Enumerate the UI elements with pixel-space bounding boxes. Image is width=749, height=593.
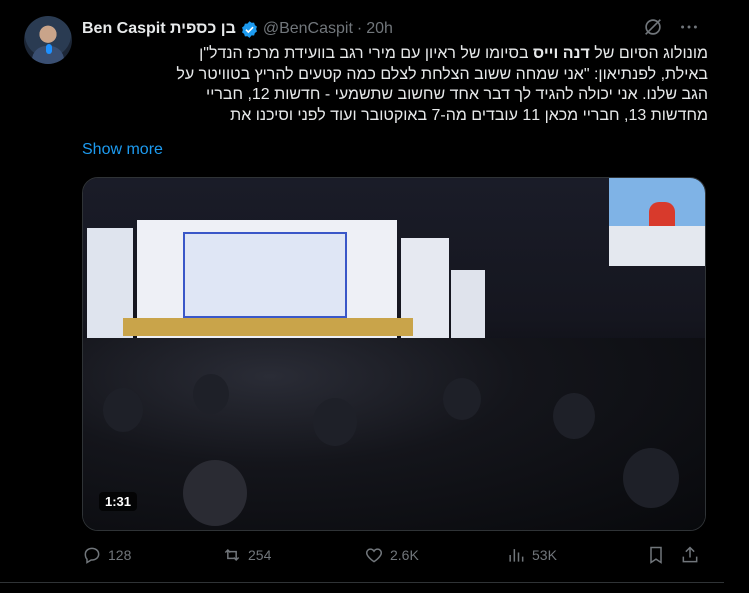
heart-icon <box>365 548 383 563</box>
grok-icon[interactable] <box>642 16 664 38</box>
tweet-line: באילת, לפנתיאון: "אני שמחה ששוב הצלחת לצ… <box>176 65 708 83</box>
tweet-header: Ben Caspit בן כספית @BenCaspit · 20h <box>82 17 393 41</box>
views-count: 53K <box>532 547 557 563</box>
audience-head <box>443 378 481 420</box>
top-actions <box>642 16 700 38</box>
tweet-line: הגב שלנו. אני יכולה להגיד לך דבר אחד שחש… <box>206 86 708 103</box>
verified-badge-icon <box>240 20 259 39</box>
more-icon[interactable] <box>678 16 700 38</box>
avatar-mic <box>46 44 52 54</box>
stage-panel <box>451 270 485 338</box>
tweet-line: מונולוג הסיום של דנה וייס בסיומו של ראיו… <box>199 45 708 62</box>
bookmark-button[interactable] <box>646 541 666 569</box>
audience-head <box>103 388 143 432</box>
stage-floor <box>123 318 413 336</box>
audience-head <box>313 398 357 446</box>
tweet: Ben Caspit בן כספית @BenCaspit · 20h מונ… <box>0 0 724 593</box>
views-button[interactable]: 53K <box>506 541 557 569</box>
repost-icon <box>224 548 240 562</box>
like-button[interactable]: 2.6K <box>364 541 419 569</box>
reply-button[interactable]: 128 <box>82 541 131 569</box>
reply-icon <box>84 547 100 564</box>
repost-count: 254 <box>248 547 272 563</box>
bookmark-icon <box>650 546 662 564</box>
show-more-link[interactable]: Show more <box>82 141 163 159</box>
bold-name: דנה וייס <box>532 45 590 62</box>
video-duration: 1:31 <box>99 492 138 511</box>
share-button[interactable] <box>680 541 700 569</box>
views-icon <box>509 549 524 562</box>
avatar[interactable] <box>24 16 72 64</box>
tweet-text: מונולוג הסיום של דנה וייס בסיומו של ראיו… <box>82 44 708 126</box>
side-screen <box>609 178 705 266</box>
tweet-time[interactable]: 20h <box>366 20 393 38</box>
audience-head <box>623 448 679 508</box>
action-bar: 128 254 2.6K 53K <box>82 541 704 569</box>
tweet-line: מחדשות 13, חבריי מכאן 11 עובדים מה-7 באו… <box>230 106 708 124</box>
tweet-divider <box>0 582 724 583</box>
stage-screen <box>183 232 347 318</box>
audience-head <box>193 374 229 414</box>
repost-button[interactable]: 254 <box>222 541 271 569</box>
like-count: 2.6K <box>390 547 419 563</box>
author-name[interactable]: Ben Caspit בן כספית <box>82 20 236 38</box>
share-icon <box>682 546 698 563</box>
separator-dot: · <box>356 20 363 37</box>
audience <box>83 338 705 530</box>
reply-count: 128 <box>108 547 132 563</box>
scrollbar[interactable] <box>724 0 749 593</box>
audience-head <box>553 393 595 439</box>
author-handle[interactable]: @BenCaspit <box>263 20 353 38</box>
video-player[interactable]: 1:31 <box>82 177 706 531</box>
audience-head <box>183 460 247 526</box>
